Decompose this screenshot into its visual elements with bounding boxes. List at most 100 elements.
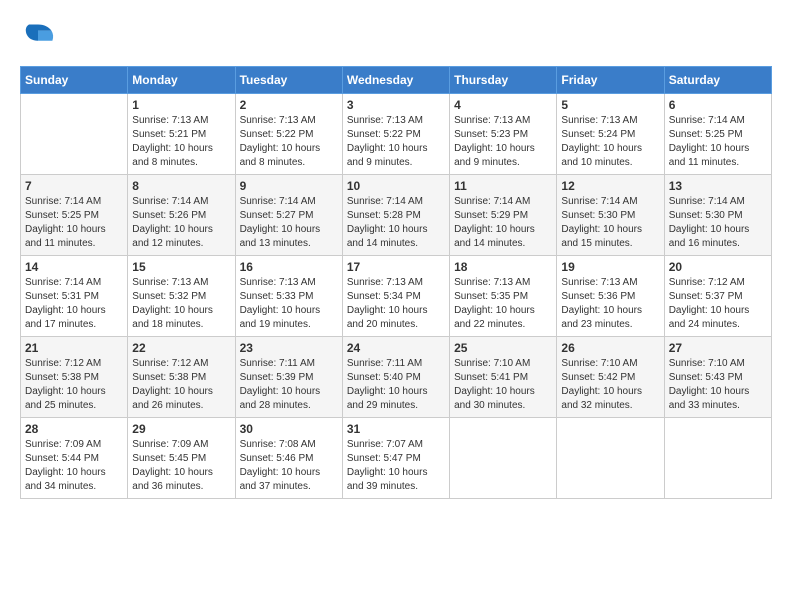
- day-number: 2: [240, 98, 338, 112]
- day-info: Sunrise: 7:13 AM Sunset: 5:23 PM Dayligh…: [454, 114, 552, 170]
- day-number: 26: [561, 341, 659, 355]
- day-number: 20: [669, 260, 767, 274]
- day-number: 23: [240, 341, 338, 355]
- day-number: 1: [132, 98, 230, 112]
- calendar-cell: 18 Sunrise: 7:13 AM Sunset: 5:35 PM Dayli…: [450, 256, 557, 337]
- day-info: Sunrise: 7:14 AM Sunset: 5:26 PM Dayligh…: [132, 195, 230, 251]
- day-info: Sunrise: 7:13 AM Sunset: 5:22 PM Dayligh…: [347, 114, 445, 170]
- day-header-thursday: Thursday: [450, 67, 557, 94]
- day-info: Sunrise: 7:13 AM Sunset: 5:36 PM Dayligh…: [561, 276, 659, 332]
- day-number: 15: [132, 260, 230, 274]
- day-number: 17: [347, 260, 445, 274]
- calendar-cell: 9 Sunrise: 7:14 AM Sunset: 5:27 PM Daylig…: [235, 175, 342, 256]
- calendar-table: SundayMondayTuesdayWednesdayThursdayFrid…: [20, 66, 772, 499]
- calendar-header-row: SundayMondayTuesdayWednesdayThursdayFrid…: [21, 67, 772, 94]
- day-header-wednesday: Wednesday: [342, 67, 449, 94]
- calendar-cell: 11 Sunrise: 7:14 AM Sunset: 5:29 PM Dayli…: [450, 175, 557, 256]
- calendar-cell: 22 Sunrise: 7:12 AM Sunset: 5:38 PM Dayli…: [128, 337, 235, 418]
- day-info: Sunrise: 7:12 AM Sunset: 5:38 PM Dayligh…: [132, 357, 230, 413]
- calendar-cell: 10 Sunrise: 7:14 AM Sunset: 5:28 PM Dayli…: [342, 175, 449, 256]
- day-info: Sunrise: 7:13 AM Sunset: 5:21 PM Dayligh…: [132, 114, 230, 170]
- day-info: Sunrise: 7:14 AM Sunset: 5:29 PM Dayligh…: [454, 195, 552, 251]
- day-number: 8: [132, 179, 230, 193]
- calendar-cell: 30Sunrise: 7:08 AM Sunset: 5:46 PM Dayli…: [235, 418, 342, 499]
- day-info: Sunrise: 7:10 AM Sunset: 5:41 PM Dayligh…: [454, 357, 552, 413]
- calendar-cell: 3 Sunrise: 7:13 AM Sunset: 5:22 PM Daylig…: [342, 94, 449, 175]
- calendar-cell: 28 Sunrise: 7:09 AM Sunset: 5:44 PM Dayli…: [21, 418, 128, 499]
- day-number: 21: [25, 341, 123, 355]
- day-number: 31: [347, 422, 445, 436]
- day-info: Sunrise: 7:12 AM Sunset: 5:38 PM Dayligh…: [25, 357, 123, 413]
- day-number: 12: [561, 179, 659, 193]
- day-number: 5: [561, 98, 659, 112]
- day-info: Sunrise: 7:13 AM Sunset: 5:34 PM Dayligh…: [347, 276, 445, 332]
- day-info: Sunrise: 7:13 AM Sunset: 5:35 PM Dayligh…: [454, 276, 552, 332]
- day-number: 4: [454, 98, 552, 112]
- day-number: 18: [454, 260, 552, 274]
- day-number: 19: [561, 260, 659, 274]
- day-number: 3: [347, 98, 445, 112]
- calendar-week-4: 21 Sunrise: 7:12 AM Sunset: 5:38 PM Dayli…: [21, 337, 772, 418]
- day-info: Sunrise: 7:13 AM Sunset: 5:32 PM Dayligh…: [132, 276, 230, 332]
- calendar-cell: 23 Sunrise: 7:11 AM Sunset: 5:39 PM Dayli…: [235, 337, 342, 418]
- calendar-cell: 15 Sunrise: 7:13 AM Sunset: 5:32 PM Dayli…: [128, 256, 235, 337]
- calendar-cell: 4 Sunrise: 7:13 AM Sunset: 5:23 PM Daylig…: [450, 94, 557, 175]
- calendar-cell: [664, 418, 771, 499]
- day-info: Sunrise: 7:14 AM Sunset: 5:30 PM Dayligh…: [561, 195, 659, 251]
- day-info: Sunrise: 7:14 AM Sunset: 5:31 PM Dayligh…: [25, 276, 123, 332]
- calendar-cell: 27Sunrise: 7:10 AM Sunset: 5:43 PM Dayli…: [664, 337, 771, 418]
- day-number: 9: [240, 179, 338, 193]
- calendar-body: 1 Sunrise: 7:13 AM Sunset: 5:21 PM Daylig…: [21, 94, 772, 499]
- calendar-cell: 17 Sunrise: 7:13 AM Sunset: 5:34 PM Dayli…: [342, 256, 449, 337]
- day-number: 13: [669, 179, 767, 193]
- day-number: 29: [132, 422, 230, 436]
- day-number: 22: [132, 341, 230, 355]
- calendar-week-1: 1 Sunrise: 7:13 AM Sunset: 5:21 PM Daylig…: [21, 94, 772, 175]
- calendar-week-5: 28 Sunrise: 7:09 AM Sunset: 5:44 PM Dayli…: [21, 418, 772, 499]
- calendar-cell: 19 Sunrise: 7:13 AM Sunset: 5:36 PM Dayli…: [557, 256, 664, 337]
- calendar-cell: 24Sunrise: 7:11 AM Sunset: 5:40 PM Dayli…: [342, 337, 449, 418]
- logo-icon: [20, 20, 56, 56]
- day-info: Sunrise: 7:13 AM Sunset: 5:22 PM Dayligh…: [240, 114, 338, 170]
- calendar-cell: 16 Sunrise: 7:13 AM Sunset: 5:33 PM Dayli…: [235, 256, 342, 337]
- calendar-cell: 21 Sunrise: 7:12 AM Sunset: 5:38 PM Dayli…: [21, 337, 128, 418]
- calendar-cell: [557, 418, 664, 499]
- calendar-cell: 13Sunrise: 7:14 AM Sunset: 5:30 PM Dayli…: [664, 175, 771, 256]
- day-header-sunday: Sunday: [21, 67, 128, 94]
- day-number: 6: [669, 98, 767, 112]
- day-info: Sunrise: 7:13 AM Sunset: 5:33 PM Dayligh…: [240, 276, 338, 332]
- logo: [20, 20, 60, 56]
- calendar-cell: 20Sunrise: 7:12 AM Sunset: 5:37 PM Dayli…: [664, 256, 771, 337]
- day-info: Sunrise: 7:14 AM Sunset: 5:27 PM Dayligh…: [240, 195, 338, 251]
- day-info: Sunrise: 7:14 AM Sunset: 5:25 PM Dayligh…: [669, 114, 767, 170]
- day-number: 30: [240, 422, 338, 436]
- calendar-cell: 26Sunrise: 7:10 AM Sunset: 5:42 PM Dayli…: [557, 337, 664, 418]
- day-info: Sunrise: 7:09 AM Sunset: 5:45 PM Dayligh…: [132, 438, 230, 494]
- day-header-monday: Monday: [128, 67, 235, 94]
- day-info: Sunrise: 7:11 AM Sunset: 5:40 PM Dayligh…: [347, 357, 445, 413]
- calendar-cell: 1 Sunrise: 7:13 AM Sunset: 5:21 PM Daylig…: [128, 94, 235, 175]
- day-number: 14: [25, 260, 123, 274]
- calendar-cell: 12 Sunrise: 7:14 AM Sunset: 5:30 PM Dayli…: [557, 175, 664, 256]
- calendar-week-3: 14 Sunrise: 7:14 AM Sunset: 5:31 PM Dayli…: [21, 256, 772, 337]
- day-number: 16: [240, 260, 338, 274]
- page-header: [20, 20, 772, 56]
- calendar-cell: 8 Sunrise: 7:14 AM Sunset: 5:26 PM Daylig…: [128, 175, 235, 256]
- calendar-cell: 7Sunrise: 7:14 AM Sunset: 5:25 PM Daylig…: [21, 175, 128, 256]
- day-info: Sunrise: 7:09 AM Sunset: 5:44 PM Dayligh…: [25, 438, 123, 494]
- day-info: Sunrise: 7:11 AM Sunset: 5:39 PM Dayligh…: [240, 357, 338, 413]
- calendar-cell: 25 Sunrise: 7:10 AM Sunset: 5:41 PM Dayli…: [450, 337, 557, 418]
- day-header-tuesday: Tuesday: [235, 67, 342, 94]
- day-info: Sunrise: 7:13 AM Sunset: 5:24 PM Dayligh…: [561, 114, 659, 170]
- day-header-saturday: Saturday: [664, 67, 771, 94]
- day-number: 25: [454, 341, 552, 355]
- day-number: 27: [669, 341, 767, 355]
- day-number: 10: [347, 179, 445, 193]
- calendar-cell: 6 Sunrise: 7:14 AM Sunset: 5:25 PM Daylig…: [664, 94, 771, 175]
- calendar-cell: 29 Sunrise: 7:09 AM Sunset: 5:45 PM Dayli…: [128, 418, 235, 499]
- day-header-friday: Friday: [557, 67, 664, 94]
- calendar-cell: 31Sunrise: 7:07 AM Sunset: 5:47 PM Dayli…: [342, 418, 449, 499]
- day-number: 11: [454, 179, 552, 193]
- day-info: Sunrise: 7:14 AM Sunset: 5:28 PM Dayligh…: [347, 195, 445, 251]
- day-number: 28: [25, 422, 123, 436]
